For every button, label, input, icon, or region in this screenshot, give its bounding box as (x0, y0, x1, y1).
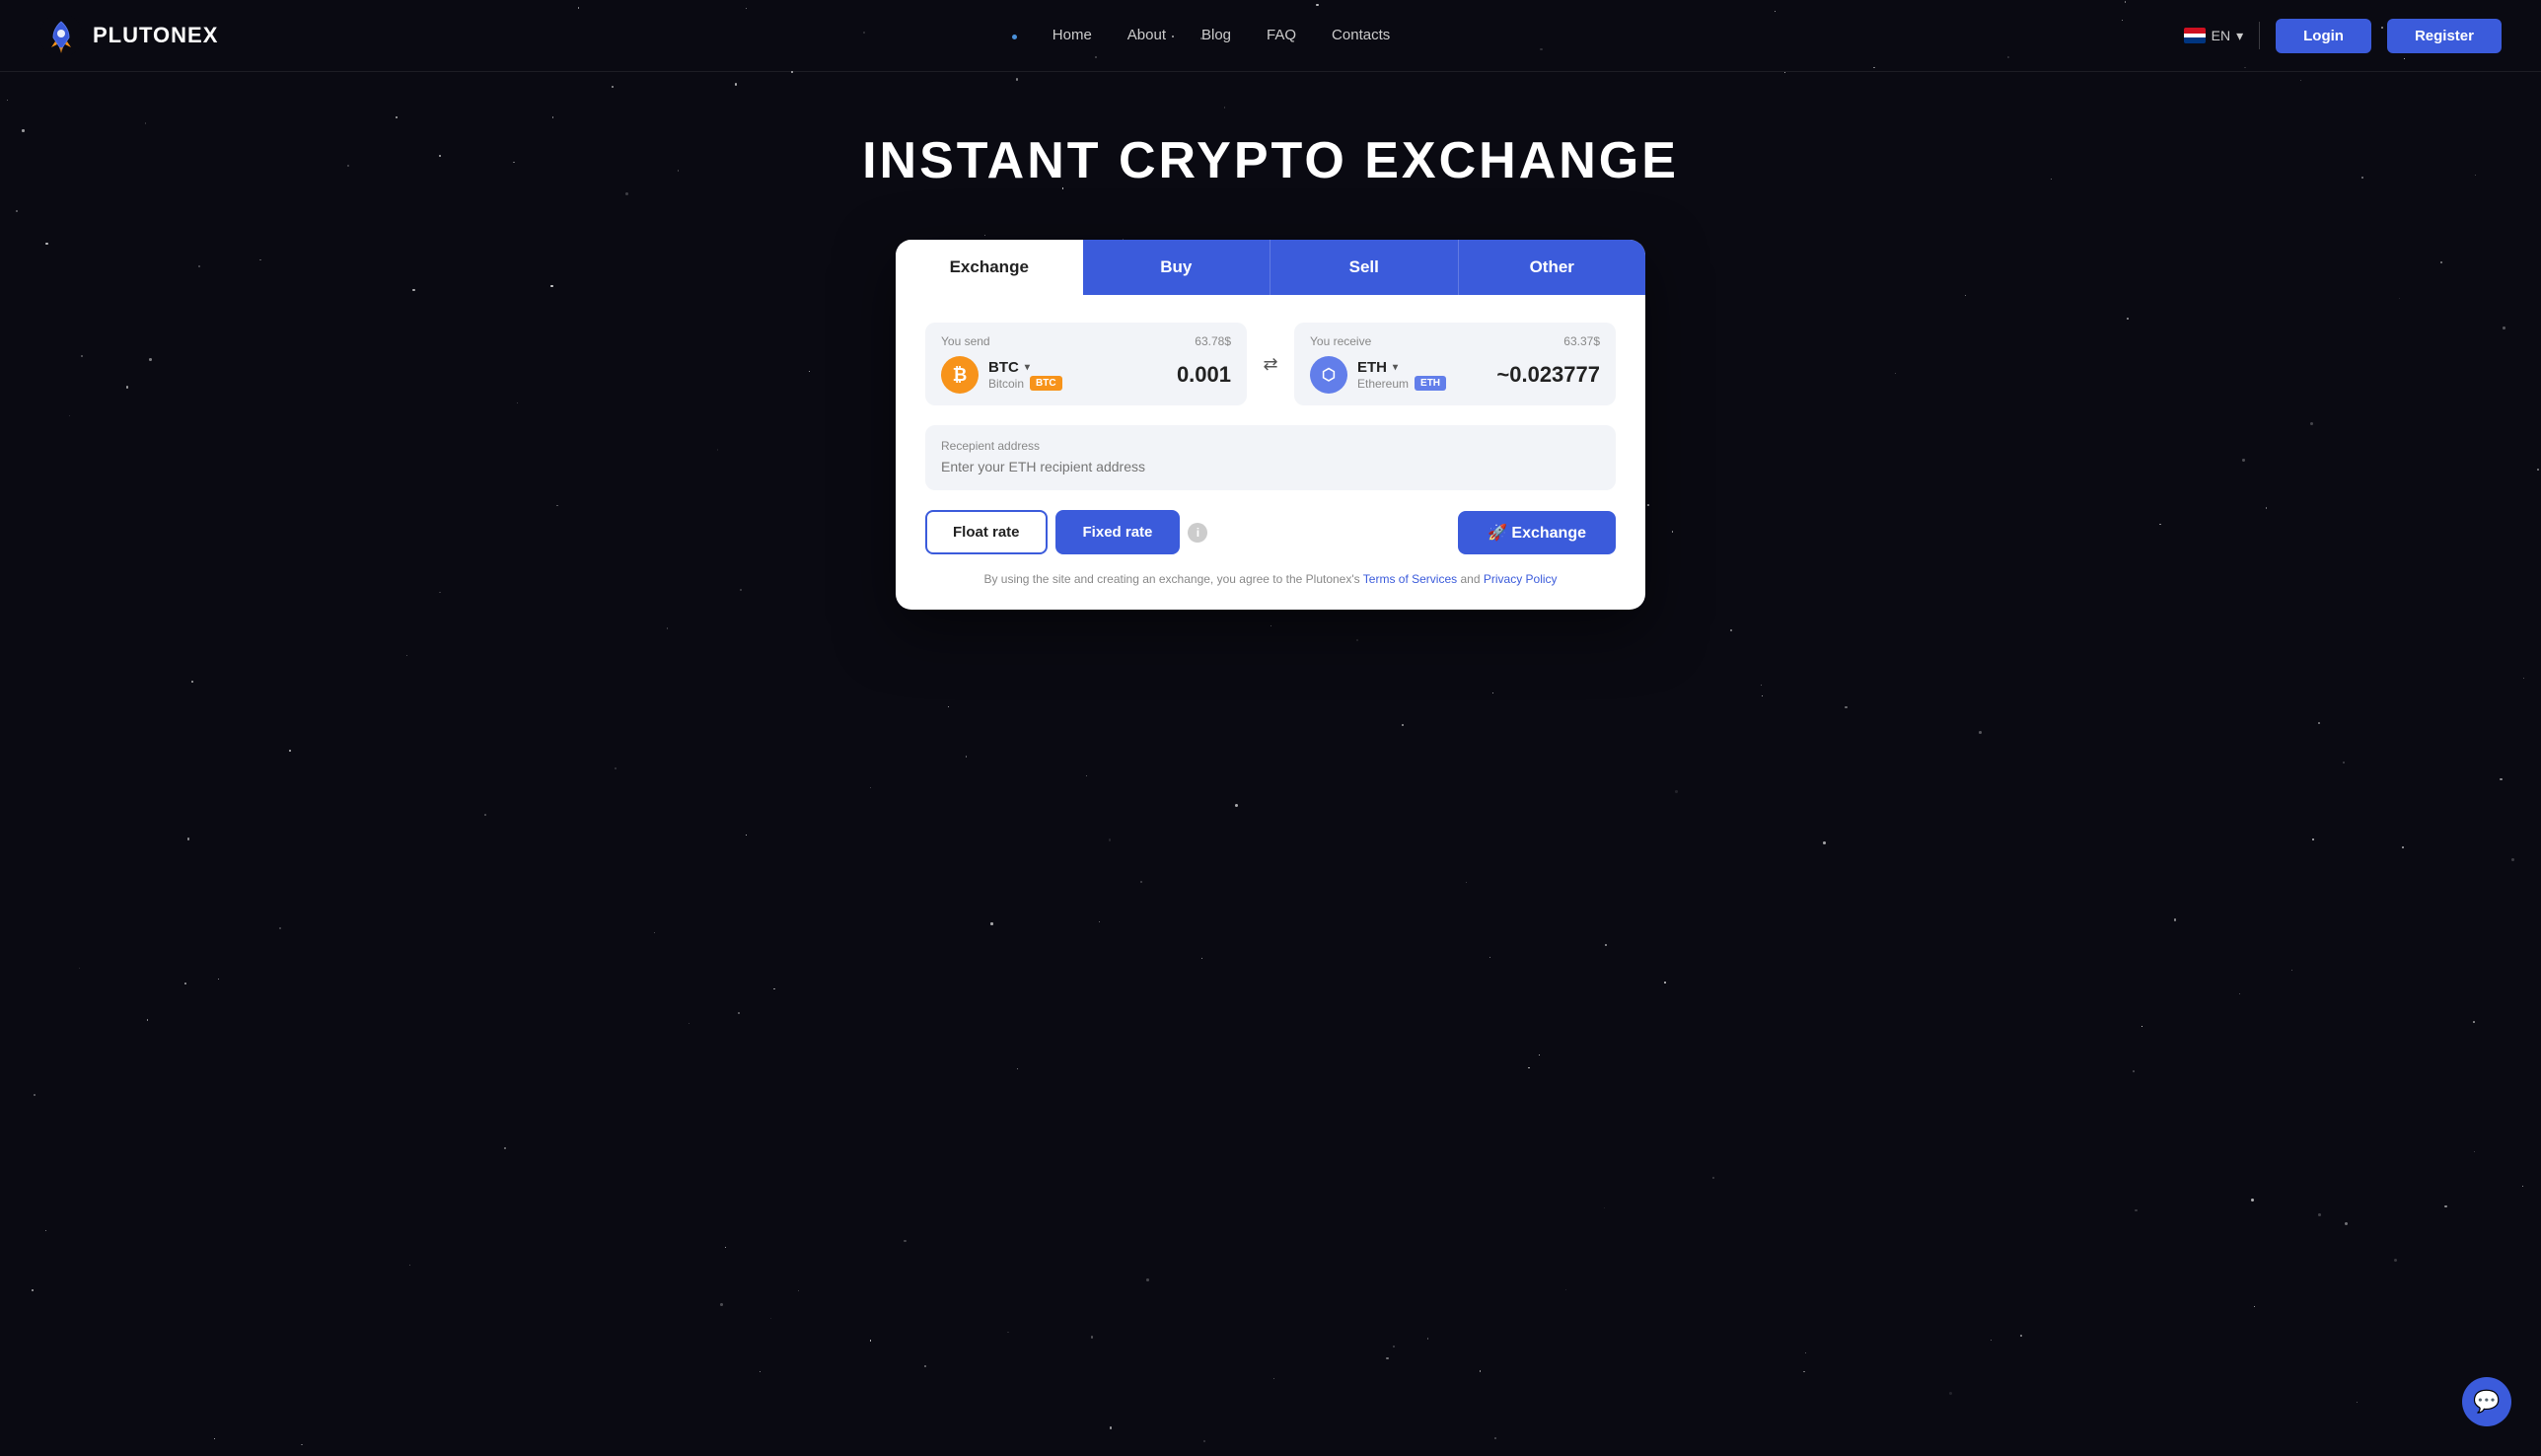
nav-right: EN ▾ Login Register (2184, 19, 2502, 53)
chevron-down-icon: ▾ (2236, 28, 2243, 44)
receive-usd: 63.37$ (1563, 334, 1600, 348)
receive-coin-row: ⬡ ETH ▾ Ethereum ETH (1310, 356, 1600, 394)
recipient-input[interactable] (941, 459, 1600, 474)
tab-exchange[interactable]: Exchange (896, 240, 1083, 295)
send-usd: 63.78$ (1195, 334, 1231, 348)
fixed-rate-button[interactable]: Fixed rate (1055, 510, 1181, 554)
nav-about[interactable]: About (1127, 27, 1166, 43)
tab-bar: Exchange Buy Sell Other (896, 240, 1645, 295)
swap-icon[interactable]: ⇄ (1253, 346, 1288, 382)
receive-box: You receive 63.37$ ⬡ ETH ▾ (1294, 323, 1616, 405)
exchange-button[interactable]: 🚀 Exchange (1458, 511, 1616, 554)
language-selector[interactable]: EN ▾ (2184, 28, 2243, 44)
rate-left: Float rate Fixed rate i (925, 510, 1207, 554)
nav-links: Home About Blog FAQ Contacts (1012, 27, 1390, 44)
terms-text: By using the site and creating an exchan… (925, 572, 1616, 586)
send-amount[interactable]: 0.001 (1177, 362, 1231, 388)
send-coin-chevron: ▾ (1025, 362, 1030, 373)
rocket-icon (39, 14, 83, 57)
receive-coin-chevron: ▾ (1393, 362, 1398, 373)
terms-and: and (1460, 572, 1480, 586)
receive-label-row: You receive 63.37$ (1310, 334, 1600, 348)
receive-coin-full: Ethereum ETH (1357, 376, 1446, 391)
brand-name: PLUTONEX (93, 23, 218, 48)
receive-coin-name-row[interactable]: ETH ▾ (1357, 359, 1446, 376)
register-button[interactable]: Register (2387, 19, 2502, 53)
eth-badge: ETH (1415, 376, 1446, 391)
exchange-card: Exchange Buy Sell Other You send 63.78$ … (896, 240, 1645, 610)
navbar: PLUTONEX Home About Blog FAQ Contacts EN… (0, 0, 2541, 72)
rate-row: Float rate Fixed rate i 🚀 Exchange (925, 510, 1616, 554)
receive-amount: ~0.023777 (1496, 362, 1600, 388)
flag-icon (2184, 28, 2206, 43)
receive-coin-symbol: ETH (1357, 359, 1387, 376)
logo[interactable]: PLUTONEX (39, 14, 218, 57)
send-coin-row: ₿ BTC ▾ Bitcoin BTC (941, 356, 1231, 394)
receive-coin-info: ⬡ ETH ▾ Ethereum ETH (1310, 356, 1446, 394)
card-body: You send 63.78$ ₿ BTC ▾ (896, 295, 1645, 610)
chat-button[interactable]: 💬 (2462, 1377, 2511, 1426)
recipient-label: Recepient address (941, 439, 1600, 453)
float-rate-button[interactable]: Float rate (925, 510, 1048, 554)
nav-divider (2259, 22, 2260, 49)
language-label: EN (2212, 28, 2230, 43)
btc-icon: ₿ (941, 356, 979, 394)
privacy-policy-link[interactable]: Privacy Policy (1484, 572, 1558, 586)
send-box: You send 63.78$ ₿ BTC ▾ (925, 323, 1247, 405)
nav-faq[interactable]: FAQ (1267, 27, 1296, 43)
hero-title: INSTANT CRYPTO EXCHANGE (862, 131, 1679, 190)
receive-coin-details: ETH ▾ Ethereum ETH (1357, 359, 1446, 391)
login-button[interactable]: Login (2276, 19, 2371, 53)
nav-home[interactable]: Home (1053, 27, 1092, 43)
info-icon[interactable]: i (1188, 523, 1207, 543)
send-coin-full: Bitcoin BTC (988, 376, 1062, 391)
chat-icon: 💬 (2473, 1389, 2500, 1415)
btc-badge: BTC (1030, 376, 1062, 391)
exchange-inputs-row: You send 63.78$ ₿ BTC ▾ (925, 323, 1616, 405)
tab-buy[interactable]: Buy (1083, 240, 1270, 295)
tab-sell[interactable]: Sell (1270, 240, 1459, 295)
send-label: You send (941, 334, 990, 348)
nav-dot (1012, 35, 1017, 39)
main-content: INSTANT CRYPTO EXCHANGE Exchange Buy Sel… (0, 72, 2541, 610)
send-coin-name-row[interactable]: BTC ▾ (988, 359, 1062, 376)
recipient-box: Recepient address (925, 425, 1616, 490)
send-coin-symbol: BTC (988, 359, 1019, 376)
terms-of-service-link[interactable]: Terms of Services (1363, 572, 1457, 586)
send-coin-details: BTC ▾ Bitcoin BTC (988, 359, 1062, 391)
terms-prefix: By using the site and creating an exchan… (983, 572, 1359, 586)
receive-label: You receive (1310, 334, 1371, 348)
eth-icon: ⬡ (1310, 356, 1347, 394)
nav-blog[interactable]: Blog (1201, 27, 1231, 43)
send-coin-info: ₿ BTC ▾ Bitcoin BTC (941, 356, 1062, 394)
send-label-row: You send 63.78$ (941, 334, 1231, 348)
nav-contacts[interactable]: Contacts (1332, 27, 1390, 43)
tab-other[interactable]: Other (1459, 240, 1646, 295)
